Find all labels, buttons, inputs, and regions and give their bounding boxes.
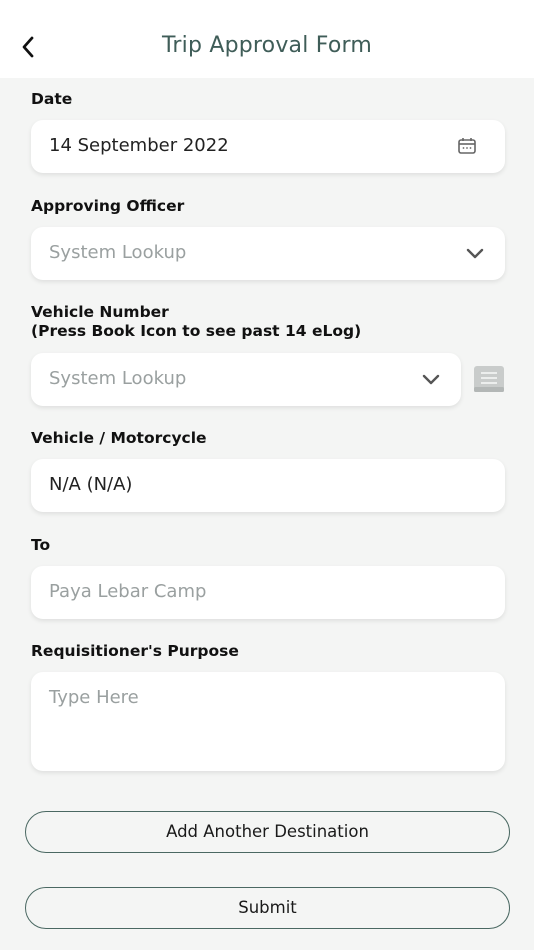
to-label: To xyxy=(31,536,51,554)
date-field[interactable]: 14 September 2022 xyxy=(31,120,505,173)
chevron-down-icon xyxy=(419,367,443,391)
date-value: 14 September 2022 xyxy=(49,135,229,156)
to-placeholder: Paya Lebar Camp xyxy=(49,581,207,602)
approving-officer-label: Approving Officer xyxy=(31,197,185,215)
to-input[interactable]: Paya Lebar Camp xyxy=(31,566,505,619)
approving-officer-placeholder: System Lookup xyxy=(49,242,187,263)
book-icon[interactable] xyxy=(472,364,506,394)
vehicle-motorcycle-field: N/A (N/A) xyxy=(31,459,505,512)
date-label: Date xyxy=(31,90,73,108)
vehicle-number-label: Vehicle Number xyxy=(31,303,169,321)
vehicle-motorcycle-value: N/A (N/A) xyxy=(49,474,133,495)
purpose-textarea[interactable]: Type Here xyxy=(31,672,505,771)
calendar-icon[interactable] xyxy=(455,134,479,158)
vehicle-motorcycle-label: Vehicle / Motorcycle xyxy=(31,429,207,447)
page-title: Trip Approval Form xyxy=(162,33,372,58)
purpose-placeholder: Type Here xyxy=(49,687,139,708)
vehicle-number-select[interactable]: System Lookup xyxy=(31,353,461,406)
vehicle-number-placeholder: System Lookup xyxy=(49,368,187,389)
submit-button[interactable]: Submit xyxy=(25,887,510,929)
approving-officer-select[interactable]: System Lookup xyxy=(31,227,505,280)
vehicle-number-hint: (Press Book Icon to see past 14 eLog) xyxy=(31,322,362,340)
app-header: Trip Approval Form xyxy=(0,0,534,78)
add-destination-button[interactable]: Add Another Destination xyxy=(25,811,510,853)
purpose-label: Requisitioner's Purpose xyxy=(31,642,239,660)
chevron-down-icon xyxy=(463,241,487,265)
